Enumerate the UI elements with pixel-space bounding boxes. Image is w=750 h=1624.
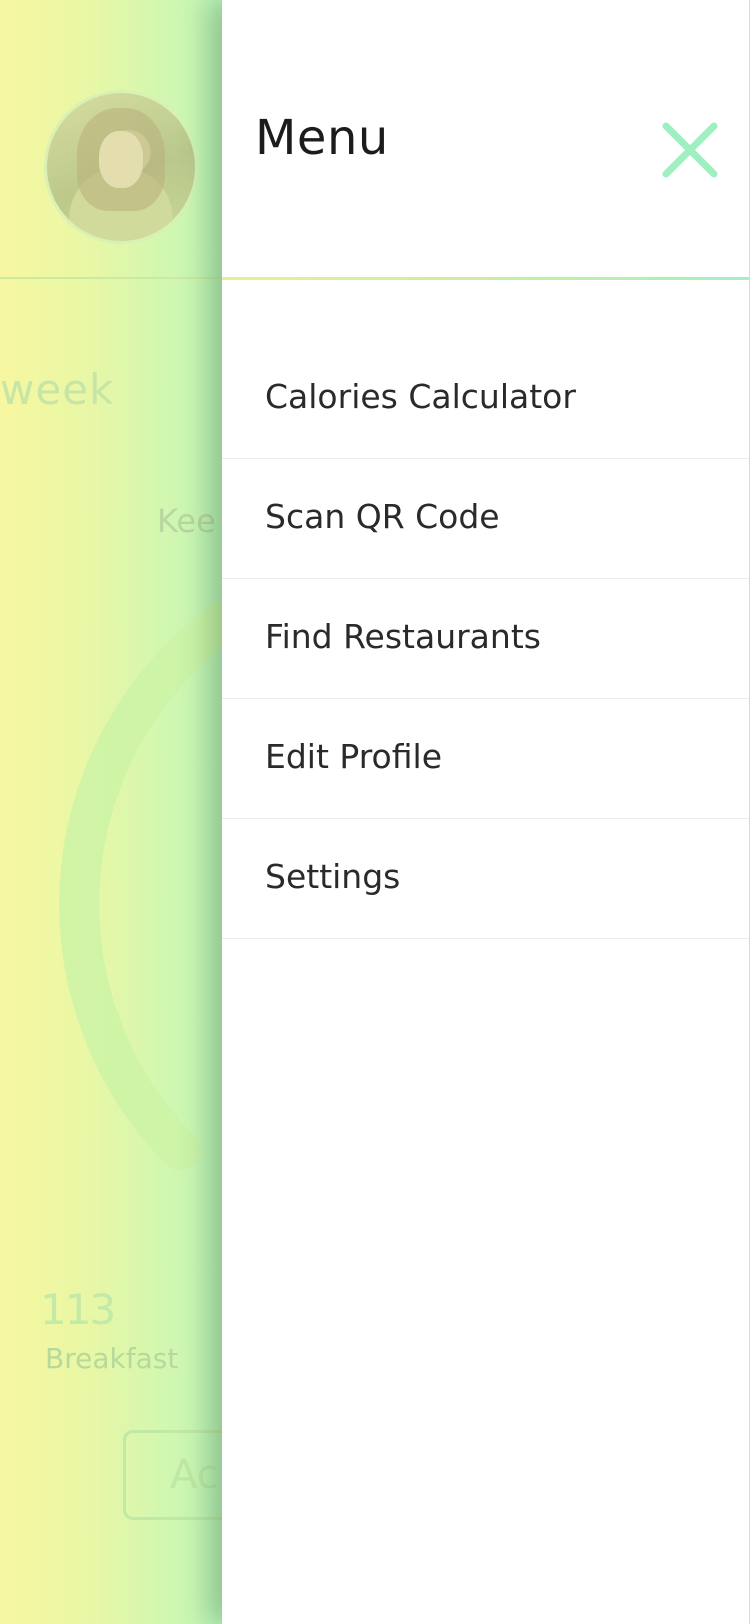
avatar-face [98, 131, 144, 188]
close-icon [662, 122, 718, 178]
menu-item-find-restaurants[interactable]: Find Restaurants [222, 579, 749, 699]
breakfast-calories-value: 113 [40, 1285, 116, 1334]
drawer-header: Menu [222, 0, 749, 277]
drawer-divider [222, 277, 749, 280]
calorie-gauge-arc [59, 600, 230, 1170]
menu-item-label: Calories Calculator [265, 377, 576, 416]
menu-item-calories-calculator[interactable]: Calories Calculator [222, 339, 749, 459]
menu-list: Calories Calculator Scan QR Code Find Re… [222, 339, 749, 939]
menu-item-label: Edit Profile [265, 737, 443, 776]
avatar [44, 90, 198, 244]
background-divider [0, 277, 230, 279]
menu-item-settings[interactable]: Settings [222, 819, 749, 939]
menu-item-edit-profile[interactable]: Edit Profile [222, 699, 749, 819]
breakfast-label: Breakfast [45, 1342, 179, 1375]
menu-item-label: Scan QR Code [265, 497, 500, 536]
menu-item-label: Settings [265, 857, 401, 896]
menu-item-label: Find Restaurants [265, 617, 541, 656]
week-label: week [0, 365, 115, 414]
drawer-title: Menu [255, 110, 389, 166]
keep-label: Kee [157, 502, 216, 540]
menu-item-scan-qr-code[interactable]: Scan QR Code [222, 459, 749, 579]
navigation-drawer: Menu Calories Calculator Scan QR Code Fi… [222, 0, 750, 1624]
close-button[interactable] [658, 118, 722, 182]
